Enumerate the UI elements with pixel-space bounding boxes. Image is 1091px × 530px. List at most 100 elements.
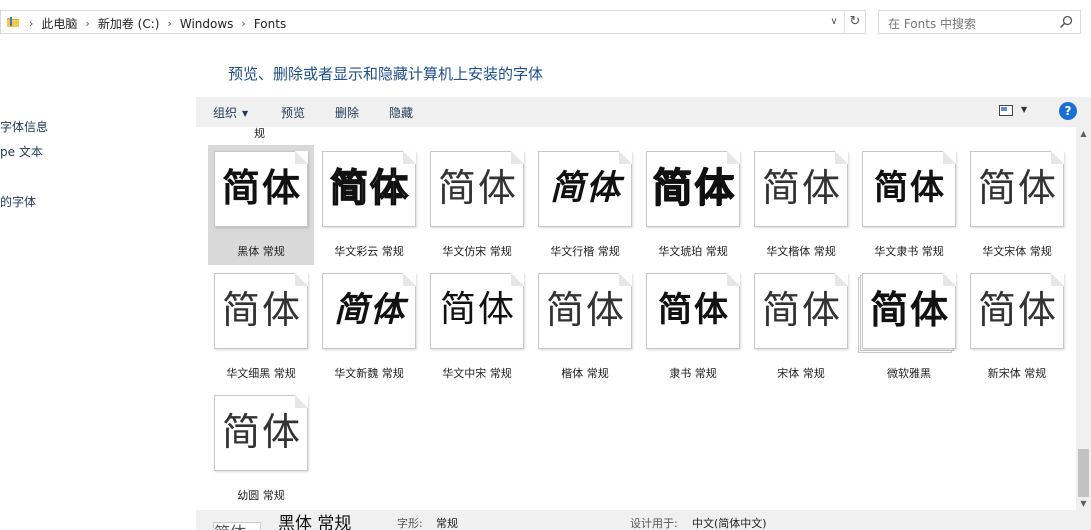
font-tile[interactable]: 简体 黑体 常规 <box>208 145 314 265</box>
font-tile[interactable]: 简体 华文行楷 常规 <box>532 145 638 265</box>
font-tile-label: 黑体 常规 <box>237 245 285 258</box>
font-tile[interactable]: 简体 楷体 常规 <box>532 267 638 387</box>
toolbar: 组织 ▼ 预览 删除 隐藏 ▼ ? <box>196 97 1091 127</box>
font-list: 规 简体 黑体 常规 简体 华文彩云 常规 简体 华文仿宋 常规 简体 华文行楷 常规 简体 华文… <box>196 127 1076 510</box>
designed-for-label: 设计用于: <box>630 517 678 530</box>
breadcrumb-fonts[interactable]: Fonts <box>248 17 292 31</box>
font-tile-label: 新宋体 常规 <box>987 367 1047 380</box>
sidebar: 字体信息 pe 文本 的字体 <box>0 0 196 530</box>
sidebar-item-type-text[interactable]: pe 文本 <box>0 143 43 160</box>
delete-button[interactable]: 删除 <box>335 104 359 121</box>
font-sample-text: 简体 <box>545 288 626 332</box>
font-tile-label: 华文行楷 常规 <box>550 245 620 258</box>
font-preview-icon: 简体 <box>970 273 1064 349</box>
font-style-label: 字形: <box>397 517 423 530</box>
font-tile-label: 微软雅黑 <box>887 367 931 380</box>
font-preview-icon: 简体 <box>754 151 848 227</box>
font-preview-icon: 简体 <box>538 273 632 349</box>
caret-down-icon: ▼ <box>242 109 249 118</box>
scroll-thumb[interactable] <box>1078 449 1089 497</box>
font-tile-label: 华文宋体 常规 <box>982 245 1052 258</box>
font-tile[interactable]: 简体 华文宋体 常规 <box>964 145 1070 265</box>
font-tile[interactable]: 简体 华文细黑 常规 <box>208 267 314 387</box>
font-sample-text: 简体 <box>874 168 946 208</box>
font-tile-label: 华文新魏 常规 <box>334 367 404 380</box>
font-tile[interactable]: 简体 宋体 常规 <box>748 267 854 387</box>
details-pane: 简体 黑体 常规 字形: 常规 设计用于: 中文(简体中文) <box>196 510 1091 530</box>
font-preview-icon: 简体 <box>430 273 524 349</box>
font-sample-text: 简体 <box>761 288 842 332</box>
font-tile-label: 华文琥珀 常规 <box>658 245 728 258</box>
partial-label: 规 <box>254 127 265 140</box>
scroll-up-icon[interactable]: ▲ <box>1076 129 1091 138</box>
font-preview-icon: 简体 <box>646 273 740 349</box>
search-input[interactable]: 在 Fonts 中搜索 <box>888 15 976 32</box>
caret-down-icon[interactable]: ▼ <box>1021 105 1027 114</box>
font-tile[interactable]: 简体 华文彩云 常规 <box>316 145 422 265</box>
organize-button[interactable]: 组织 ▼ <box>213 104 248 121</box>
font-preview-icon: 简体 <box>430 151 524 227</box>
font-sample-text: 简体 <box>869 288 950 332</box>
font-tile[interactable]: 简体 华文新魏 常规 <box>316 267 422 387</box>
font-preview-icon: 简体 <box>862 273 956 349</box>
font-sample-text: 简体 <box>652 165 736 211</box>
help-icon[interactable]: ? <box>1059 102 1077 120</box>
font-sample-text: 简体 <box>221 410 302 454</box>
organize-label: 组织 <box>213 106 238 120</box>
font-preview-icon: 简体 <box>862 151 956 227</box>
font-sample-text: 简体 <box>550 168 622 208</box>
font-name: 黑体 常规 <box>278 514 352 530</box>
sidebar-item-fonts[interactable]: 的字体 <box>0 193 36 210</box>
font-tile[interactable]: 简体 新宋体 常规 <box>964 267 1070 387</box>
font-tile-label: 宋体 常规 <box>777 367 825 380</box>
font-tile[interactable]: 简体 华文楷体 常规 <box>748 145 854 265</box>
font-sample-text: 简体 <box>977 166 1058 210</box>
font-sample-text: 简体 <box>658 290 730 330</box>
font-preview-icon: 简体 <box>754 273 848 349</box>
font-tile-label: 幼圆 常规 <box>237 489 285 502</box>
page-title: 预览、删除或者显示和隐藏计算机上安装的字体 <box>228 65 544 83</box>
font-tile-label: 楷体 常规 <box>561 367 609 380</box>
font-preview-icon: 简体 <box>970 151 1064 227</box>
scroll-down-icon[interactable]: ▼ <box>1076 499 1091 508</box>
font-tile-label: 华文彩云 常规 <box>334 245 404 258</box>
font-tile-label: 华文仿宋 常规 <box>442 245 512 258</box>
font-tile[interactable]: 简体 幼圆 常规 <box>208 389 314 509</box>
font-sample-text: 简体 <box>329 165 410 211</box>
font-sample-text: 简体 <box>761 166 842 210</box>
font-preview-icon: 简体 <box>538 151 632 227</box>
search-icon[interactable] <box>1059 15 1073 29</box>
font-tile[interactable]: 简体 华文琥珀 常规 <box>640 145 746 265</box>
font-preview-icon: 简体 <box>322 151 416 227</box>
font-tile-label: 隶书 常规 <box>669 367 717 380</box>
font-tile[interactable]: 简体 微软雅黑 <box>856 267 962 387</box>
font-tile-label: 华文细黑 常规 <box>226 367 296 380</box>
font-tile[interactable]: 简体 华文中宋 常规 <box>424 267 530 387</box>
font-sample-text: 简体 <box>221 288 302 332</box>
font-tile[interactable]: 简体 华文隶书 常规 <box>856 145 962 265</box>
sidebar-item-font-info[interactable]: 字体信息 <box>0 118 48 135</box>
search-box[interactable]: 在 Fonts 中搜索 <box>878 10 1081 34</box>
font-preview-icon: 简体 <box>214 273 308 349</box>
font-thumbnail: 简体 <box>213 522 261 530</box>
hide-button[interactable]: 隐藏 <box>389 104 413 121</box>
font-tile[interactable]: 简体 隶书 常规 <box>640 267 746 387</box>
font-sample-text: 简体 <box>334 290 406 330</box>
font-sample-text: 简体 <box>221 166 302 210</box>
font-preview-icon: 简体 <box>322 273 416 349</box>
font-tile[interactable]: 简体 华文仿宋 常规 <box>424 145 530 265</box>
font-preview-icon: 简体 <box>214 151 308 227</box>
font-tile-label: 华文隶书 常规 <box>874 245 944 258</box>
font-preview-icon: 简体 <box>646 151 740 227</box>
font-sample-text: 简体 <box>439 289 516 330</box>
font-style-value: 常规 <box>436 517 458 530</box>
preview-button[interactable]: 预览 <box>281 104 305 121</box>
refresh-icon[interactable]: ↻ <box>844 11 865 33</box>
font-tile-label: 华文楷体 常规 <box>766 245 836 258</box>
font-sample-text: 简体 <box>977 288 1058 332</box>
vertical-scrollbar[interactable]: ▲ ▼ <box>1076 127 1091 510</box>
font-preview-icon: 简体 <box>214 395 308 471</box>
chevron-down-icon[interactable]: ∨ <box>827 14 841 30</box>
view-options-icon[interactable] <box>999 105 1013 116</box>
breadcrumb-separator: › <box>241 17 246 30</box>
